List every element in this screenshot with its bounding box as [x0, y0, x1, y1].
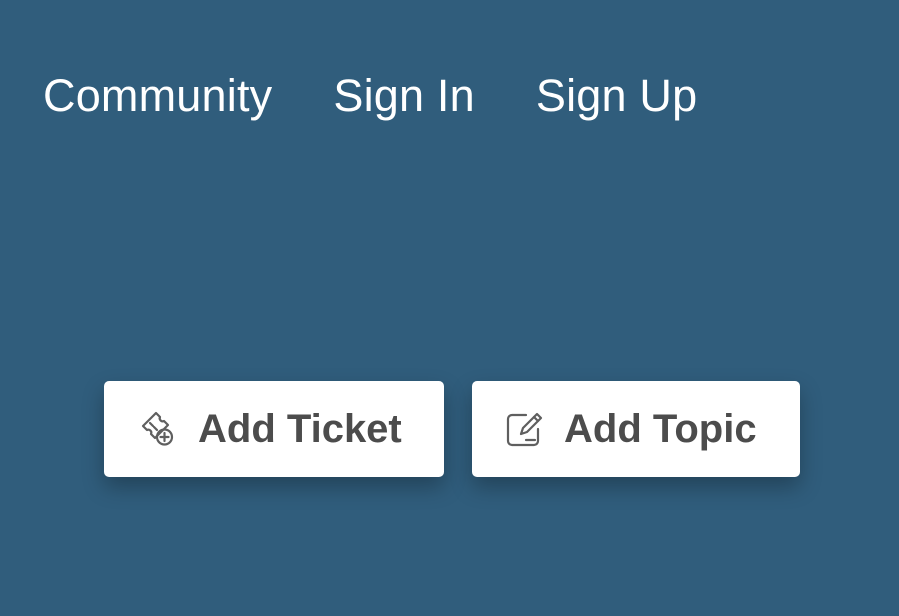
add-topic-button[interactable]: Add Topic — [472, 381, 800, 477]
nav-link-community[interactable]: Community — [43, 68, 272, 124]
nav-link-sign-up[interactable]: Sign Up — [536, 68, 698, 124]
nav-link-sign-in[interactable]: Sign In — [333, 68, 475, 124]
add-ticket-button[interactable]: Add Ticket — [104, 381, 444, 477]
add-topic-label: Add Topic — [564, 407, 757, 451]
add-ticket-label: Add Ticket — [198, 407, 402, 451]
ticket-add-icon — [136, 407, 180, 451]
edit-note-icon — [502, 407, 546, 451]
top-nav: Community Sign In Sign Up — [43, 68, 697, 124]
